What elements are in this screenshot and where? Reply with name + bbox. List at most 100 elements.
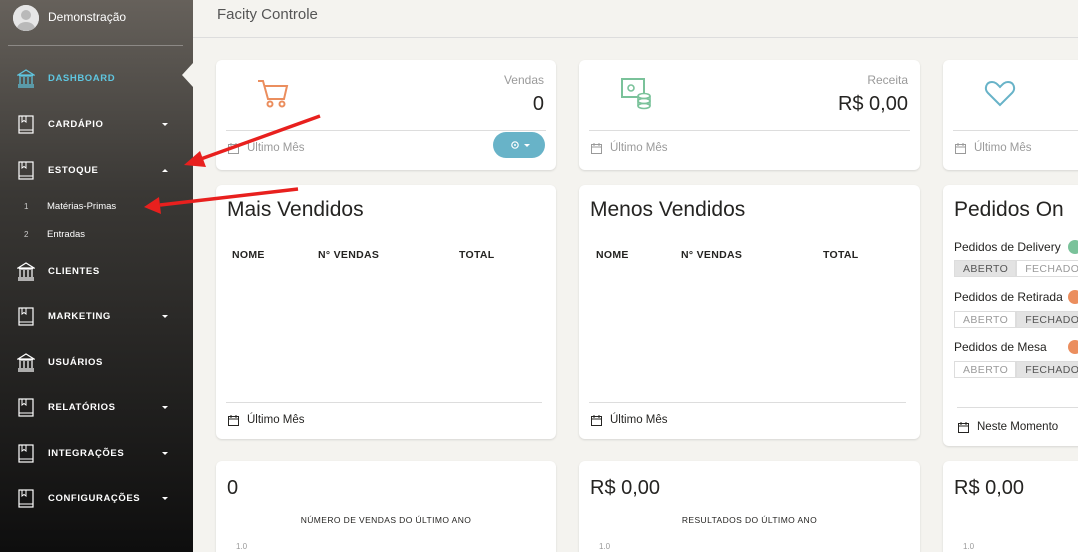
chevron-down-icon [162, 123, 168, 126]
sidebar-item-clientes[interactable]: CLIENTES [0, 260, 193, 290]
active-indicator [182, 63, 193, 87]
chart-title: RESULTADOS DO ÚLTIMO ANO [681, 515, 818, 525]
stat-card-vendas: Vendas 0 Último Mês [216, 60, 556, 170]
bank-icon [17, 69, 35, 89]
card-vendas-ano: 0 NÚMERO DE VENDAS DO ÚLTIMO ANO 1.0 [216, 461, 556, 552]
sidebar-item-usuarios[interactable]: USUÁRIOS [0, 351, 193, 381]
toggle-fechado[interactable]: FECHADO [1016, 311, 1078, 328]
divider [589, 402, 906, 403]
divider [8, 45, 183, 46]
card-footer: Último Mês [591, 142, 668, 154]
footer-text: Neste Momento [977, 421, 1059, 433]
order-group-label: Pedidos de Mesa [954, 340, 1047, 354]
chevron-down-icon [162, 497, 168, 500]
chevron-up-icon [162, 169, 168, 172]
book-icon [17, 444, 35, 464]
card-title: Menos Vendidos [590, 198, 746, 221]
sidebar-item-label: MARKETING [48, 311, 111, 322]
card-footer: Último Mês [591, 414, 668, 426]
heart-icon [983, 76, 1017, 115]
avatar[interactable] [13, 5, 39, 31]
status-badge [1068, 340, 1078, 354]
card-footer: Neste Momento [958, 421, 1058, 433]
sidebar-subitem-entradas[interactable]: 2 Entradas [0, 227, 193, 245]
sidebar-item-label: RELATÓRIOS [48, 402, 116, 413]
divider [226, 130, 546, 131]
card-title: Pedidos On [954, 198, 1064, 221]
sidebar-item-label: CARDÁPIO [48, 119, 104, 130]
user-silhouette-icon [13, 5, 39, 31]
toggle-aberto[interactable]: ABERTO [954, 361, 1017, 378]
stat-label: Vendas [503, 73, 544, 87]
footer-text: Último Mês [247, 142, 305, 154]
table-header-nome: NOME [596, 249, 629, 261]
sidebar-item-dashboard[interactable]: DASHBOARD [0, 63, 193, 97]
user-name: Demonstração [48, 10, 127, 24]
subitem-label: Matérias-Primas [47, 201, 117, 212]
subitem-label: Entradas [47, 229, 86, 240]
sidebar-item-estoque[interactable]: ESTOQUE [0, 159, 193, 189]
chevron-down-icon [162, 315, 168, 318]
table-header-nome: NOME [232, 249, 265, 261]
sidebar-item-configuracoes[interactable]: CONFIGURAÇÕES [0, 487, 193, 517]
status-badge [1068, 290, 1078, 304]
divider [953, 130, 1078, 131]
mesa-toggle[interactable]: ABERTO FECHADO [954, 361, 1078, 378]
calendar-icon [955, 142, 966, 154]
stat-card-favorites: Último Mês [943, 60, 1078, 170]
divider [957, 407, 1078, 408]
calendar-icon [591, 142, 602, 154]
sidebar-item-integracoes[interactable]: INTEGRAÇÕES [0, 442, 193, 472]
subitem-number: 1 [24, 202, 29, 211]
shopping-cart-icon [256, 76, 290, 115]
card-menos-vendidos: Menos Vendidos NOME N° VENDAS TOTAL Últi… [579, 185, 920, 439]
chevron-down-icon [524, 144, 530, 147]
bank-icon [17, 262, 35, 282]
sidebar-item-relatorios[interactable]: RELATÓRIOS [0, 396, 193, 426]
toggle-fechado[interactable]: FECHADO [1016, 260, 1078, 277]
book-icon [17, 115, 35, 135]
table-header-vendas: N° VENDAS [681, 249, 743, 261]
calendar-icon [958, 421, 969, 433]
card-title: Mais Vendidos [227, 198, 364, 221]
stat-value: R$ 0,00 [837, 93, 908, 115]
bank-icon [17, 353, 35, 373]
footer-text: Último Mês [974, 142, 1032, 154]
book-icon [17, 398, 35, 418]
retirada-toggle[interactable]: ABERTO FECHADO [954, 311, 1078, 328]
app-title[interactable]: Facity Controle [217, 6, 318, 23]
card-pedidos-online: Pedidos On Pedidos de Delivery ABERTO FE… [943, 185, 1078, 446]
card-footer: Último Mês [955, 142, 1032, 154]
calendar-icon [591, 414, 602, 426]
book-icon [17, 489, 35, 509]
table-header-total: TOTAL [823, 249, 859, 261]
table-header-vendas: N° VENDAS [318, 249, 380, 261]
book-icon [17, 307, 35, 327]
chevron-down-icon [162, 452, 168, 455]
subitem-number: 2 [24, 230, 29, 239]
toggle-fechado[interactable]: FECHADO [1016, 361, 1078, 378]
card-third-ano: R$ 0,00 1.0 [943, 461, 1078, 552]
sidebar-item-marketing[interactable]: MARKETING [0, 305, 193, 335]
divider [589, 130, 910, 131]
footer-text: Último Mês [610, 142, 668, 154]
sidebar-subitem-materias-primas[interactable]: 1 Matérias-Primas [0, 199, 193, 217]
order-group-label: Pedidos de Delivery [954, 240, 1061, 254]
footer-text: Último Mês [247, 414, 305, 426]
toggle-aberto[interactable]: ABERTO [954, 311, 1017, 328]
money-icon [619, 76, 653, 115]
card-resultados-ano: R$ 0,00 RESULTADOS DO ÚLTIMO ANO 1.0 [579, 461, 920, 552]
sidebar-item-cardapio[interactable]: CARDÁPIO [0, 113, 193, 143]
book-icon [17, 161, 35, 181]
sidebar-item-label: CLIENTES [48, 266, 100, 277]
gear-icon [511, 141, 519, 149]
sidebar-item-label: INTEGRAÇÕES [48, 448, 125, 459]
delivery-toggle[interactable]: ABERTO FECHADO [954, 260, 1078, 277]
top-navbar: Facity Controle [193, 0, 1078, 38]
card-mais-vendidos: Mais Vendidos NOME N° VENDAS TOTAL Últim… [216, 185, 556, 439]
toggle-aberto[interactable]: ABERTO [954, 260, 1017, 277]
settings-dropdown-button[interactable] [493, 132, 545, 158]
order-group-label: Pedidos de Retirada [954, 290, 1063, 304]
sidebar-item-label: USUÁRIOS [48, 357, 103, 368]
user-profile[interactable]: Demonstração [0, 0, 193, 46]
